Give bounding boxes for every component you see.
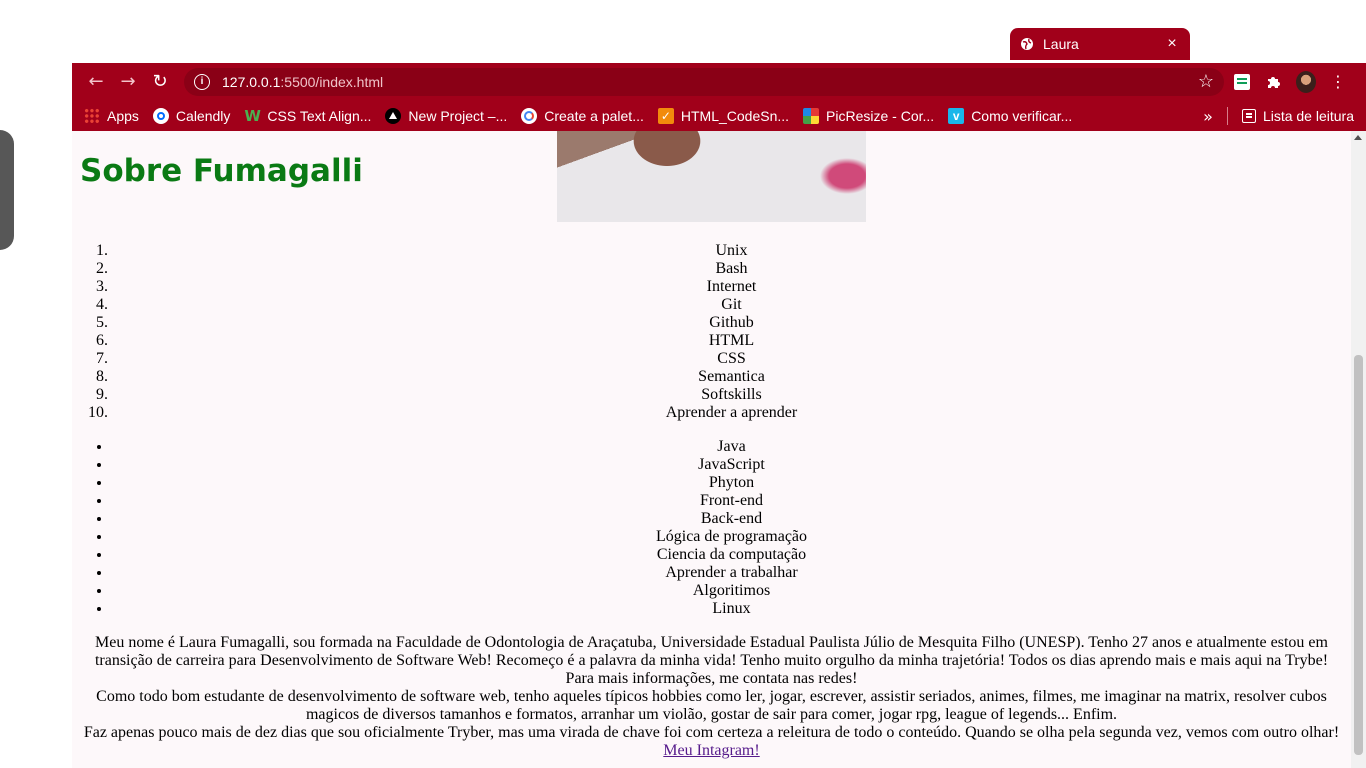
url-host: 127.0.0.1 — [222, 73, 281, 90]
checkbox-icon: ✓ — [657, 108, 674, 124]
address-bar[interactable]: i 127.0.0.1:5500/index.html ☆ — [184, 67, 1224, 96]
bookmark-star-icon[interactable]: ☆ — [1198, 71, 1214, 92]
list-item: HTML — [112, 332, 1351, 350]
about-tryber: Faz apenas pouco mais de dez dias que so… — [83, 724, 1340, 741]
info-icon[interactable]: i — [194, 73, 210, 90]
google-icon — [521, 108, 538, 124]
desktop-background — [0, 0, 72, 768]
page-content: Sobre Fumagalli Unix Bash Internet Git G… — [72, 131, 1351, 768]
list-item: Java — [112, 438, 1351, 456]
about-contact: Para mais informações, me contata nas re… — [565, 670, 858, 687]
topics-unordered-list: Java JavaScript Phyton Front-end Back-en… — [72, 438, 1351, 618]
bookmarks-bar: Apps Calendly W CSS Text Align... New Pro… — [72, 100, 1366, 132]
reload-icon[interactable]: ↻ — [144, 71, 176, 92]
browser-window: Laura × ← → ↻ i 127.0.0.1:5500/index.htm… — [72, 28, 1366, 132]
skills-ordered-list: Unix Bash Internet Git Github HTML CSS S… — [72, 242, 1351, 422]
calendly-icon — [152, 108, 169, 124]
list-item: Linux — [112, 600, 1351, 618]
tab-laura[interactable]: Laura × — [1010, 28, 1190, 60]
globe-icon — [1020, 37, 1034, 51]
list-item: Phyton — [112, 474, 1351, 492]
bookmarks-divider — [1226, 107, 1228, 125]
url-path: :5500/index.html — [280, 73, 384, 90]
tab-strip: Laura × — [72, 28, 1366, 60]
list-item: Lógica de programação — [112, 528, 1351, 546]
list-item: JavaScript — [112, 456, 1351, 474]
back-arrow-icon[interactable]: ← — [80, 71, 112, 92]
w3-icon: W — [244, 107, 261, 125]
forward-arrow-icon[interactable]: → — [112, 71, 144, 92]
vimeo-icon: v — [948, 108, 965, 124]
reading-list-icon — [1241, 109, 1256, 123]
bookmark-picresize[interactable]: PicResize - Cor... — [803, 108, 934, 124]
bookmark-new-project[interactable]: New Project –... — [385, 108, 507, 124]
bookmark-apps[interactable]: Apps — [84, 108, 139, 124]
close-tab-icon[interactable]: × — [1164, 35, 1180, 53]
apps-grid-icon — [84, 108, 100, 124]
profile-avatar-icon[interactable] — [1296, 70, 1316, 93]
list-item: Git — [112, 296, 1351, 314]
bookmark-como-verificar[interactable]: v Como verificar... — [948, 108, 1072, 124]
about-paragraph: Meu nome é Laura Fumagalli, sou formada … — [80, 634, 1343, 760]
bookmark-calendly[interactable]: Calendly — [152, 108, 230, 124]
picresize-icon — [803, 108, 820, 124]
about-intro: Meu nome é Laura Fumagalli, sou formada … — [94, 634, 1329, 669]
scroll-up-arrow-icon[interactable] — [1354, 135, 1362, 140]
more-bookmarks-chevron-icon[interactable]: » — [1203, 107, 1213, 126]
scrollbar-thumb[interactable] — [1354, 355, 1363, 755]
list-item: Front-end — [112, 492, 1351, 510]
page-title: Sobre Fumagalli — [80, 153, 363, 189]
list-item: Back-end — [112, 510, 1351, 528]
about-hobbies: Como todo bom estudante de desenvolvimen… — [96, 688, 1327, 723]
tab-title: Laura — [1043, 36, 1079, 52]
bookmark-html-codesn[interactable]: ✓ HTML_CodeSn... — [657, 108, 789, 124]
list-item: Github — [112, 314, 1351, 332]
list-item: Softskills — [112, 386, 1351, 404]
list-item: Unix — [112, 242, 1351, 260]
browser-toolbar: ← → ↻ i 127.0.0.1:5500/index.html ☆ ⋮ — [72, 63, 1366, 100]
list-item: Internet — [112, 278, 1351, 296]
triangle-logo-icon — [385, 108, 402, 124]
sheets-extension-icon[interactable] — [1232, 72, 1252, 92]
reading-list-button[interactable]: Lista de leitura — [1241, 108, 1354, 124]
instagram-link[interactable]: Meu Intagram! — [663, 742, 759, 759]
bookmark-css-text-align[interactable]: W CSS Text Align... — [244, 107, 371, 125]
list-item: Ciencia da computação — [112, 546, 1351, 564]
list-item: Aprender a trabalhar — [112, 564, 1351, 582]
profile-photo — [557, 131, 866, 222]
list-item: Bash — [112, 260, 1351, 278]
bookmark-create-palette[interactable]: Create a palet... — [521, 108, 644, 124]
list-item: CSS — [112, 350, 1351, 368]
list-item: Algoritimos — [112, 582, 1351, 600]
menu-dots-icon[interactable]: ⋮ — [1328, 72, 1348, 92]
vertical-scrollbar[interactable] — [1351, 131, 1366, 768]
list-item: Aprender a aprender — [112, 404, 1351, 422]
extensions-puzzle-icon[interactable] — [1264, 72, 1284, 92]
list-item: Semantica — [112, 368, 1351, 386]
